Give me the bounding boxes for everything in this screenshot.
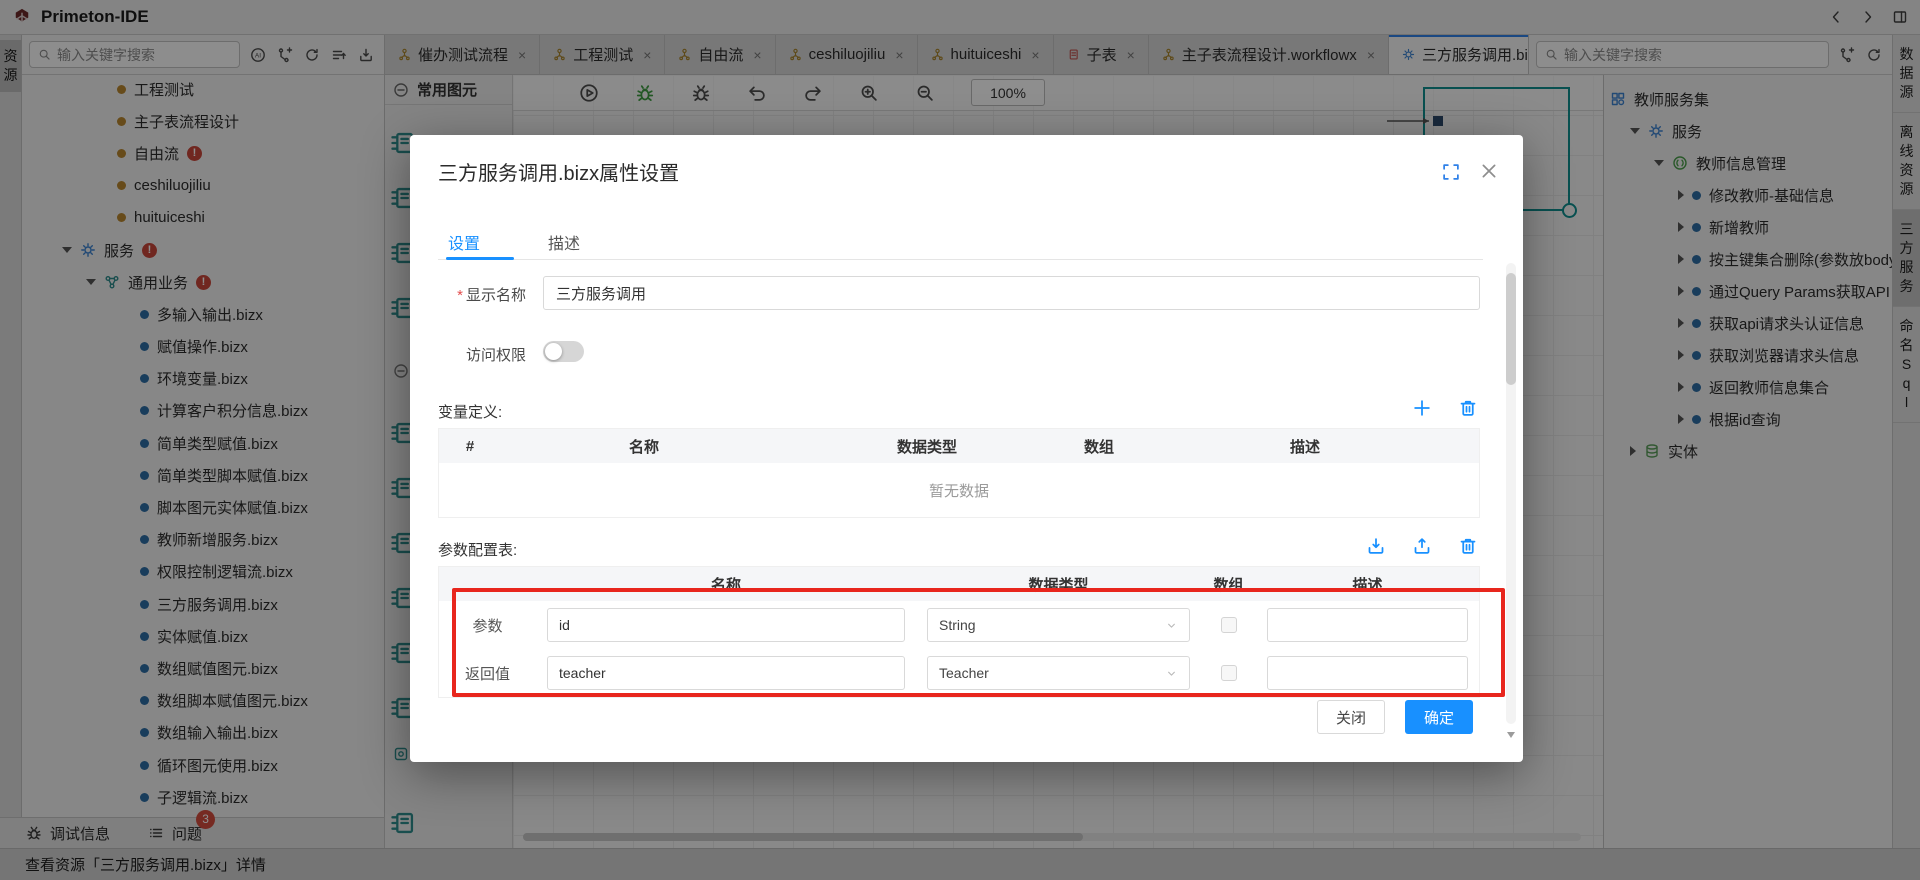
dialog-tabs: 设置 描述: [448, 230, 580, 254]
delete-icon: [1458, 536, 1478, 556]
toggle-knob: [545, 343, 562, 360]
dialog-title: 三方服务调用.bizx属性设置: [438, 157, 679, 186]
params-section-label: 参数配置表:: [438, 539, 517, 560]
scrollbar-thumb[interactable]: [1506, 273, 1516, 385]
required-asterisk: *: [457, 287, 463, 304]
display-name-label: *显示名称: [418, 284, 526, 305]
primeton-ide-window: Primeton-IDE 资 源 输入关键字搜索 AI 工程测试主子表流程设计自…: [0, 0, 1920, 880]
column-header: #: [439, 438, 501, 455]
scroll-down-icon[interactable]: [1507, 732, 1515, 738]
annotation-highlight-rect: [452, 588, 1505, 697]
dialog-scrollbar[interactable]: [1506, 263, 1516, 724]
empty-data-text: 暂无数据: [439, 463, 1479, 517]
access-permission-label: 访问权限: [418, 344, 526, 365]
variables-table: #名称数据类型数组描述 暂无数据: [438, 428, 1480, 518]
delete-param-button[interactable]: [1458, 536, 1478, 560]
delete-variable-button[interactable]: [1458, 398, 1478, 422]
export-icon: [1412, 536, 1432, 556]
import-param-button[interactable]: [1366, 536, 1386, 560]
dialog-tab-1[interactable]: 描述: [548, 230, 580, 254]
column-header: 数组: [1067, 436, 1131, 457]
column-header: 名称: [501, 436, 787, 457]
dialog-tab-0[interactable]: 设置: [448, 230, 480, 254]
export-param-button[interactable]: [1412, 536, 1432, 560]
add-variable-button[interactable]: [1412, 398, 1432, 422]
fullscreen-icon[interactable]: [1441, 162, 1461, 182]
close-icon[interactable]: [1479, 161, 1499, 181]
column-header: 数据类型: [787, 436, 1067, 457]
close-button[interactable]: 关闭: [1317, 700, 1385, 734]
active-tab-underline: [446, 257, 514, 260]
variables-section-label: 变量定义:: [438, 401, 502, 422]
import-icon: [1366, 536, 1386, 556]
delete-icon: [1458, 398, 1478, 418]
ok-button[interactable]: 确定: [1405, 700, 1473, 734]
access-permission-toggle[interactable]: [543, 341, 584, 362]
add-icon: [1412, 398, 1432, 418]
display-name-input[interactable]: 三方服务调用: [543, 276, 1480, 310]
column-header: 描述: [1131, 436, 1479, 457]
tab-divider: [438, 259, 1483, 260]
